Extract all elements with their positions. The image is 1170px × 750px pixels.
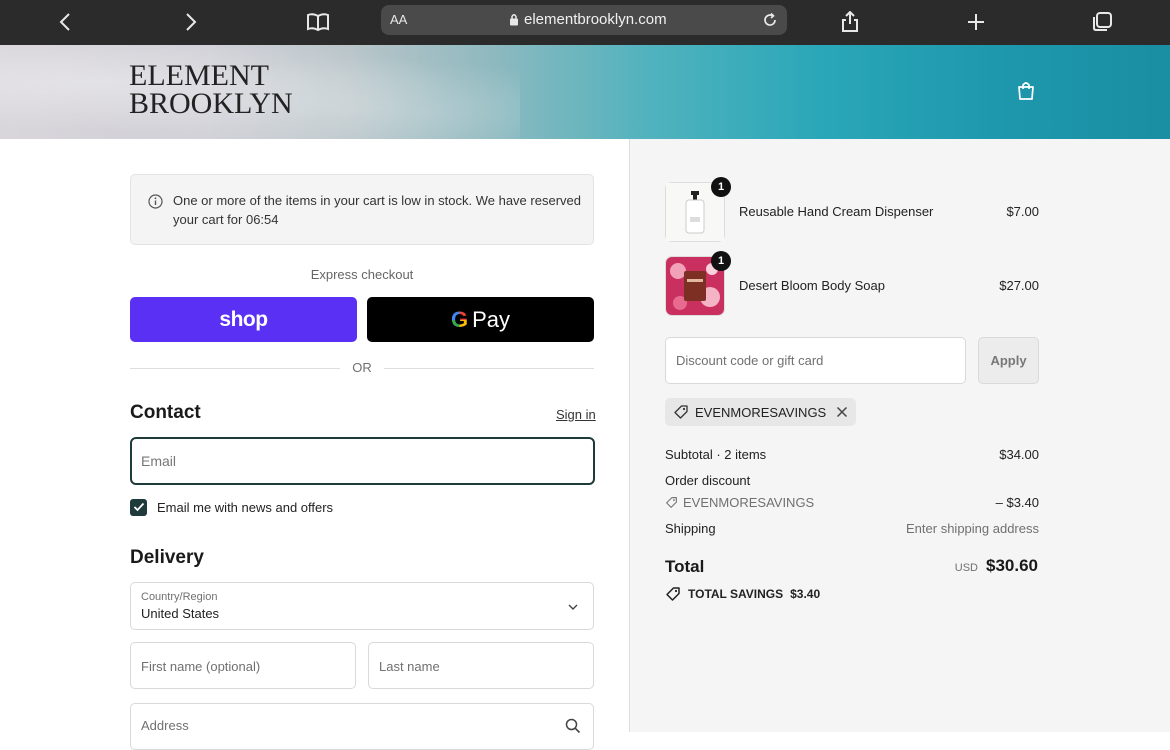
email-field[interactable] — [130, 437, 595, 485]
url-text: elementbrooklyn.com — [524, 11, 667, 28]
remove-discount-icon[interactable] — [836, 406, 848, 418]
back-icon[interactable] — [50, 8, 80, 36]
share-icon[interactable] — [835, 8, 865, 36]
product-thumbnail: 1 — [665, 251, 731, 316]
shop-pay-label: shop — [219, 307, 268, 331]
google-pay-button[interactable]: G Pay — [367, 297, 594, 342]
tag-icon — [674, 405, 688, 419]
last-name-field[interactable]: Last name — [368, 642, 594, 689]
newsletter-label: Email me with news and offers — [157, 499, 334, 515]
low-stock-text: One or more of the items in your cart is… — [173, 193, 581, 227]
shopping-bag-icon[interactable] — [1015, 80, 1037, 102]
chevron-down-icon — [567, 600, 579, 612]
low-stock-notice: One or more of the items in your cart is… — [130, 174, 594, 245]
subtotal-label: Subtotal · 2 items — [665, 447, 767, 462]
forward-icon[interactable] — [176, 8, 206, 36]
discount-code-field[interactable] — [665, 337, 966, 384]
cart-item: 1 Reusable Hand Cream Dispenser $7.00 — [665, 177, 1039, 242]
address-field[interactable]: Address — [130, 703, 594, 750]
item-price: $27.00 — [999, 278, 1039, 293]
total-savings: TOTAL SAVINGS $3.40 — [665, 586, 820, 602]
total-label: Total — [665, 557, 705, 576]
product-thumbnail: 1 — [665, 177, 731, 242]
shipping-value: Enter shipping address — [906, 521, 1039, 536]
delivery-heading: Delivery — [130, 547, 204, 568]
order-discount-label: Order discount — [665, 473, 751, 488]
google-pay-label: Pay — [472, 306, 511, 332]
country-label: Country/Region — [141, 591, 218, 603]
or-divider: OR — [130, 359, 594, 379]
brand-logo-line-1: ELEMENT — [129, 59, 269, 92]
shipping-row: Shipping Enter shipping address — [665, 521, 1039, 536]
quantity-badge: 1 — [711, 251, 731, 271]
contact-heading: Contact — [130, 402, 201, 423]
shipping-label: Shipping — [665, 521, 716, 536]
item-name: Reusable Hand Cream Dispenser — [739, 204, 934, 219]
new-tab-icon[interactable] — [961, 8, 991, 36]
quantity-badge: 1 — [711, 177, 731, 197]
shop-pay-button[interactable]: shop — [130, 297, 357, 342]
total-currency: USD — [954, 562, 978, 574]
reload-icon[interactable] — [759, 9, 781, 31]
newsletter-checkbox[interactable] — [130, 498, 147, 516]
country-select[interactable]: Country/Region United States — [130, 582, 594, 630]
order-summary-column: 1 Reusable Hand Cream Dispenser $7.00 1 … — [629, 139, 1170, 732]
or-label: OR — [352, 360, 372, 375]
order-discount-value: – $3.40 — [995, 495, 1039, 510]
brand-logo[interactable]: ELEMENT BROOKLYN — [129, 59, 293, 120]
sign-in-link[interactable]: Sign in — [556, 407, 596, 422]
newsletter-option: Email me with news and offers — [130, 498, 333, 516]
express-checkout-label: Express checkout — [310, 267, 414, 282]
subtotal-row: Subtotal · 2 items $34.00 — [665, 447, 1039, 462]
item-price: $7.00 — [1006, 204, 1039, 219]
applied-code-text: EVENMORESAVINGS — [695, 404, 827, 420]
tag-icon — [666, 587, 680, 601]
savings-label: TOTAL SAVINGS — [688, 587, 784, 601]
checkout-form-column: One or more of the items in your cart is… — [0, 139, 629, 750]
item-name: Desert Bloom Body Soap — [739, 278, 885, 293]
apply-discount-button[interactable]: Apply — [978, 337, 1039, 384]
total-value: USD $30.60 — [955, 556, 1038, 576]
last-name-placeholder: Last name — [379, 659, 440, 674]
bookmarks-icon[interactable] — [303, 8, 333, 36]
country-value: United States — [141, 606, 220, 621]
address-bar[interactable]: AA elementbrooklyn.com — [381, 5, 787, 35]
applied-discount-tag: EVENMORESAVINGS — [665, 398, 857, 426]
lock-icon — [510, 14, 518, 26]
total-amount: $30.60 — [986, 556, 1038, 575]
order-discount-code-row: EVENMORESAVINGS – $3.40 — [665, 495, 1039, 510]
order-discount-code: EVENMORESAVINGS — [683, 495, 815, 510]
brand-logo-line-2: BROOKLYN — [129, 87, 293, 120]
tabs-overview-icon[interactable] — [1087, 8, 1117, 36]
info-icon — [148, 194, 163, 209]
subtotal-value: $34.00 — [999, 447, 1039, 462]
tag-icon — [666, 497, 677, 508]
first-name-field[interactable]: First name (optional) — [130, 642, 356, 689]
address-placeholder: Address — [141, 718, 189, 733]
text-size-button[interactable]: AA — [390, 12, 407, 27]
google-g-icon: G — [450, 306, 469, 332]
order-discount-row: Order discount — [665, 473, 1039, 488]
cart-item: 1 Desert Bloom Body Soap $27.00 — [665, 251, 1039, 316]
browser-toolbar: AA elementbrooklyn.com — [0, 0, 1170, 45]
savings-value: $3.40 — [790, 587, 821, 601]
first-name-placeholder: First name (optional) — [141, 659, 261, 674]
